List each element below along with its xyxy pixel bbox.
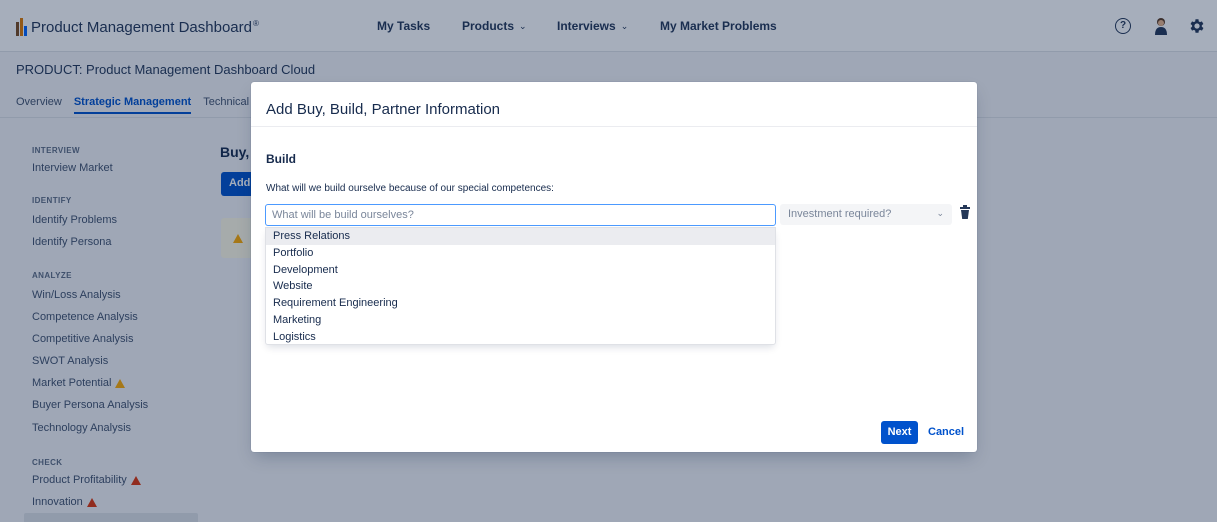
- build-field-label: What will we build ourselve because of o…: [266, 183, 554, 194]
- dropdown-option[interactable]: Requirement Engineering: [266, 295, 775, 312]
- autocomplete-dropdown: Press Relations Portfolio Development We…: [265, 227, 776, 345]
- dialog-header: Add Buy, Build, Partner Information: [251, 82, 977, 127]
- trash-icon[interactable]: [960, 205, 970, 219]
- build-item-input[interactable]: [265, 204, 776, 226]
- section-title-build: Build: [266, 152, 296, 166]
- next-button[interactable]: Next: [881, 421, 918, 444]
- dropdown-option[interactable]: Marketing: [266, 312, 775, 329]
- chevron-down-icon: ⌄: [936, 208, 944, 218]
- add-buy-build-partner-dialog: Add Buy, Build, Partner Information Buil…: [251, 82, 977, 452]
- dropdown-option[interactable]: Development: [266, 262, 775, 279]
- dialog-title: Add Buy, Build, Partner Information: [266, 101, 501, 118]
- dropdown-option[interactable]: Website: [266, 278, 775, 295]
- dropdown-option[interactable]: Logistics: [266, 329, 775, 346]
- cancel-button[interactable]: Cancel: [928, 426, 964, 438]
- dropdown-option[interactable]: Portfolio: [266, 245, 775, 262]
- investment-required-select[interactable]: Investment required? ⌄: [780, 204, 952, 225]
- dropdown-option[interactable]: Press Relations: [266, 228, 775, 245]
